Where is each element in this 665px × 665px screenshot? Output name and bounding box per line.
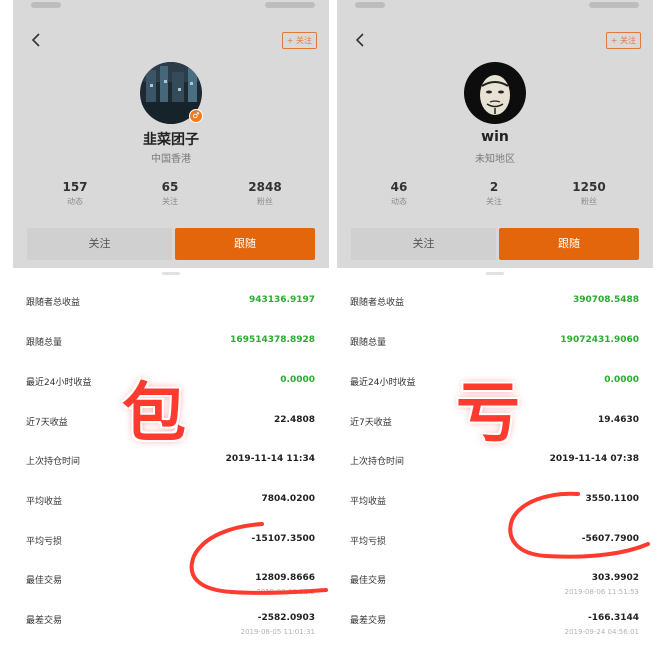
annotation-char-left: 包: [122, 377, 186, 451]
row-label: 平均收益: [350, 497, 387, 507]
drag-handle[interactable]: [486, 272, 504, 275]
stat-row: 平均亏损 -15107.3500: [13, 521, 329, 561]
verified-icon: ♂: [189, 109, 203, 123]
row-value: 3550.1100: [585, 494, 639, 504]
row-label: 最佳交易: [350, 576, 387, 586]
stat-row: 跟随总量 19072431.9060: [337, 322, 653, 362]
row-label: 最佳交易: [26, 576, 63, 586]
row-value: 19072431.9060: [560, 335, 639, 345]
row-label: 跟随总量: [350, 338, 387, 348]
row-label: 平均亏损: [350, 537, 387, 547]
stat-row[interactable]: 最佳交易 303.9902 2019-08-06 11:51:53: [337, 560, 653, 600]
row-label: 跟随者总收益: [26, 298, 81, 308]
stat-row: 跟随总量 169514378.8928: [13, 322, 329, 362]
stat-following[interactable]: 2 关注: [449, 180, 539, 208]
row-label: 近7天收益: [26, 418, 68, 428]
stat-fans[interactable]: 1250 粉丝: [544, 180, 634, 208]
profile-panel-left: + 关注 ♂ 韭菜团子 中国香港 157 动态 65 关注 2848 粉丝 关注…: [13, 0, 329, 665]
row-value: 390708.5488: [572, 295, 639, 305]
follow-tag-button[interactable]: + 关注: [281, 32, 317, 49]
stat-label: 粉丝: [257, 197, 273, 206]
stat-value: 46: [390, 180, 408, 194]
row-value: -2582.0903: [257, 613, 315, 623]
stat-row[interactable]: 最差交易 -166.3144 2019-09-24 04:56:01: [337, 600, 653, 640]
row-value: 7804.0200: [261, 494, 315, 504]
row-timestamp: 2019-08-06 11:51:53: [564, 588, 639, 596]
location: 中国香港: [151, 154, 191, 165]
copy-trade-button[interactable]: 跟随: [175, 228, 315, 260]
profile-panel-right: + 关注 win 未知地区 46 动态 2 关注 1250 粉丝 关注 跟随 跟…: [337, 0, 653, 665]
status-bar: [13, 0, 329, 14]
profile-header: + 关注 win 未知地区 46 动态 2 关注 1250 粉丝 关注 跟随: [337, 0, 653, 268]
row-value: 303.9902: [591, 573, 639, 583]
stat-label: 关注: [162, 197, 178, 206]
stat-row: 平均收益 3550.1100: [337, 481, 653, 521]
row-label: 上次持仓时间: [26, 457, 81, 467]
row-label: 平均亏损: [26, 537, 63, 547]
stat-value: 2848: [248, 180, 282, 194]
row-label: 平均收益: [26, 497, 63, 507]
row-label: 近7天收益: [350, 418, 392, 428]
location: 未知地区: [475, 154, 515, 165]
username: 韭菜团子: [143, 132, 199, 148]
follow-button[interactable]: 关注: [27, 228, 172, 260]
status-bar: [337, 0, 653, 14]
row-label: 跟随者总收益: [350, 298, 405, 308]
status-bar-indicators: [589, 2, 639, 8]
stat-value: 157: [62, 180, 88, 194]
stat-row: 跟随者总收益 390708.5488: [337, 282, 653, 322]
drag-handle[interactable]: [162, 272, 180, 275]
follow-button[interactable]: 关注: [351, 228, 496, 260]
status-bar-indicators: [265, 2, 315, 8]
stat-value: 1250: [572, 180, 606, 194]
stat-label: 关注: [486, 197, 502, 206]
profile-header: + 关注 ♂ 韭菜团子 中国香港 157 动态 65 关注 2848 粉丝 关注…: [13, 0, 329, 268]
avatar[interactable]: [464, 62, 526, 124]
stat-row[interactable]: 最差交易 -2582.0903 2019-08-05 11:01:31: [13, 600, 329, 640]
row-label: 最近24小时收益: [26, 378, 92, 388]
row-value: 169514378.8928: [230, 335, 315, 345]
row-timestamp: 2019-08-21 11:2: [256, 588, 315, 596]
row-value: 2019-11-14 11:34: [225, 454, 315, 464]
row-timestamp: 2019-09-24 04:56:01: [564, 628, 639, 636]
copy-trade-button[interactable]: 跟随: [499, 228, 639, 260]
stat-posts[interactable]: 157 动态: [30, 180, 120, 208]
row-value: 2019-11-14 07:38: [549, 454, 639, 464]
row-value: -5607.7900: [581, 534, 639, 544]
back-icon[interactable]: [351, 31, 369, 49]
row-label: 最近24小时收益: [350, 378, 416, 388]
back-icon[interactable]: [27, 31, 45, 49]
stat-following[interactable]: 65 关注: [125, 180, 215, 208]
row-label: 最差交易: [26, 616, 63, 626]
row-value: -15107.3500: [251, 534, 315, 544]
stat-row: 平均收益 7804.0200: [13, 481, 329, 521]
row-value: 22.4808: [274, 415, 315, 425]
row-value: 19.4630: [598, 415, 639, 425]
row-label: 跟随总量: [26, 338, 63, 348]
stat-label: 粉丝: [581, 197, 597, 206]
stat-value: 65: [161, 180, 179, 194]
stat-label: 动态: [67, 197, 83, 206]
row-value: 0.0000: [280, 375, 315, 385]
row-value: 943136.9197: [248, 295, 315, 305]
stat-row: 跟随者总收益 943136.9197: [13, 282, 329, 322]
row-label: 最差交易: [350, 616, 387, 626]
row-value: -166.3144: [588, 613, 639, 623]
stat-value: 2: [489, 180, 499, 194]
username: win: [481, 129, 509, 145]
row-timestamp: 2019-08-05 11:01:31: [240, 628, 315, 636]
stat-posts[interactable]: 46 动态: [354, 180, 444, 208]
follow-tag-button[interactable]: + 关注: [605, 32, 641, 49]
stat-row[interactable]: 最佳交易 12809.8666 2019-08-21 11:2: [13, 560, 329, 600]
status-bar-time: [31, 2, 61, 8]
row-value: 12809.8666: [255, 573, 315, 583]
stat-row: 平均亏损 -5607.7900: [337, 521, 653, 561]
status-bar-time: [355, 2, 385, 8]
stat-label: 动态: [391, 197, 407, 206]
row-value: 0.0000: [604, 375, 639, 385]
row-label: 上次持仓时间: [350, 457, 405, 467]
annotation-char-right: 亏: [456, 377, 520, 451]
stat-fans[interactable]: 2848 粉丝: [220, 180, 310, 208]
